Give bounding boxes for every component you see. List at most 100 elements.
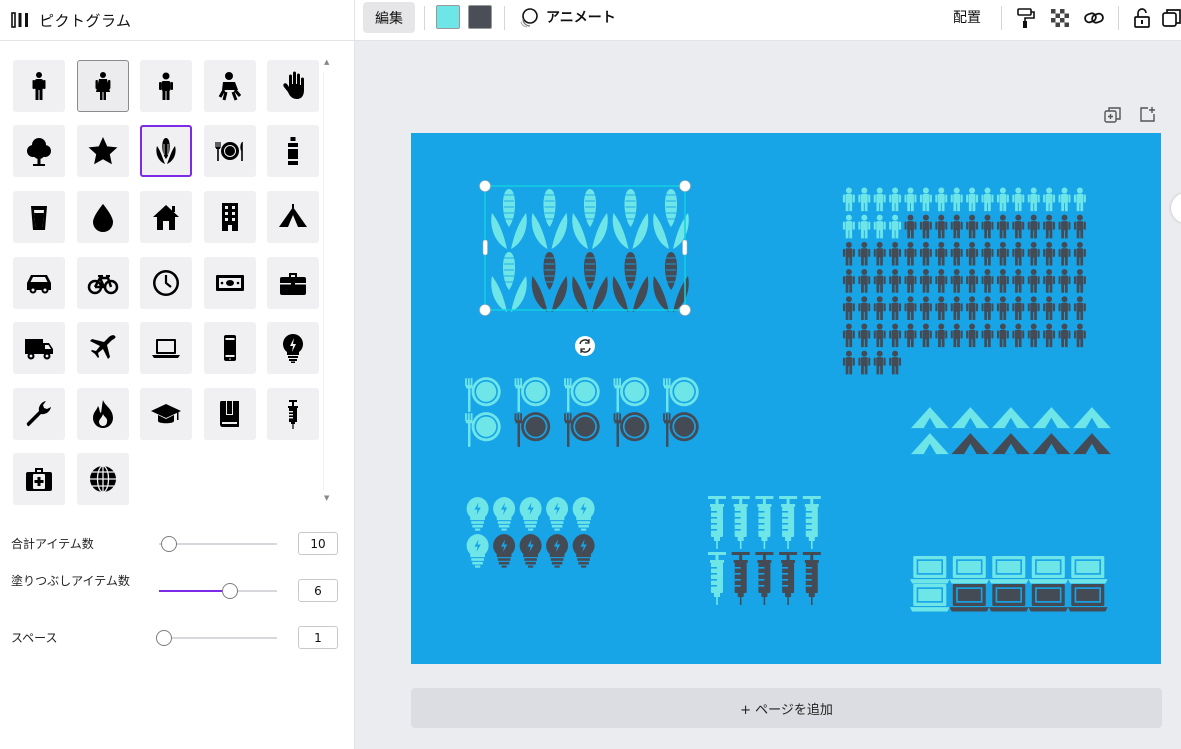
color-swatch-dark[interactable]	[468, 5, 492, 29]
people-item	[950, 323, 963, 348]
pictogram-tile-wrench[interactable]	[13, 388, 65, 440]
pictogram-tile-building[interactable]	[204, 191, 256, 243]
slider-handle[interactable]	[156, 630, 172, 646]
people-item	[919, 269, 932, 293]
pictogram-tile-syringe[interactable]	[267, 388, 319, 440]
people-item	[950, 214, 963, 239]
plate-graphic[interactable]	[465, 377, 699, 447]
lightbulb-graphic-item	[519, 534, 542, 568]
animate-button[interactable]: アニメート	[518, 4, 616, 30]
design-page[interactable]	[411, 133, 1161, 664]
pictogram-tile-globe[interactable]	[77, 453, 129, 505]
people-item	[842, 350, 855, 375]
syringe-graphic[interactable]	[708, 496, 821, 605]
panel-scrollbar[interactable]: ▲ ▼	[321, 56, 336, 508]
pictogram-tile-child[interactable]	[140, 60, 192, 112]
people-graphic[interactable]	[842, 187, 1086, 375]
pictogram-tile-corn[interactable]	[140, 125, 192, 177]
corn-graphic-item	[491, 252, 527, 312]
pictogram-tile-tree[interactable]	[13, 125, 65, 177]
slider-track[interactable]	[159, 637, 277, 639]
people-item	[919, 323, 932, 348]
pictogram-tile-bottle[interactable]	[267, 125, 319, 177]
pictogram-tile-truck[interactable]	[13, 322, 65, 374]
pictogram-tile-clock[interactable]	[140, 257, 192, 309]
pictogram-tile-tent[interactable]	[267, 191, 319, 243]
people-item	[889, 296, 902, 320]
scroll-down-icon[interactable]: ▼	[324, 494, 329, 502]
pictogram-tile-lightbulb[interactable]	[267, 322, 319, 374]
filled-items-input[interactable]: 6	[298, 579, 338, 602]
pictogram-tile-book[interactable]	[204, 388, 256, 440]
right-panel-handle[interactable]	[1171, 193, 1181, 223]
car-icon	[27, 275, 51, 294]
lightbulb-graphic[interactable]	[466, 497, 595, 568]
corn-graphic[interactable]	[491, 189, 689, 312]
pictogram-tile-woman[interactable]	[77, 60, 129, 112]
corn-graphic-item	[531, 252, 568, 312]
pictogram-tile-banknote[interactable]	[204, 257, 256, 309]
scroll-up-icon[interactable]: ▲	[324, 58, 329, 66]
building-icon	[222, 203, 238, 231]
pictogram-tile-plate-cutlery[interactable]	[204, 125, 256, 177]
pictogram-tile-star[interactable]	[77, 125, 129, 177]
pictogram-panel: ピクトグラム ▲ ▼ 合計アイテム数 10 塗りつぶしアイテム数 6 スペース	[0, 0, 355, 749]
lightbulb-graphic-item	[466, 497, 489, 531]
duplicate-icon[interactable]	[1159, 5, 1181, 31]
link-icon[interactable]	[1081, 5, 1107, 31]
pictogram-tile-baby[interactable]	[204, 60, 256, 112]
corn-graphic-item	[612, 189, 649, 249]
edit-button[interactable]: 編集	[363, 2, 415, 33]
tent-graphic-item	[1073, 407, 1111, 429]
pictogram-tile-briefcase[interactable]	[267, 257, 319, 309]
animate-label: アニメート	[546, 10, 616, 26]
color-swatch-light[interactable]	[436, 5, 460, 29]
corn-icon	[156, 138, 176, 164]
pictogram-tile-smartphone[interactable]	[204, 322, 256, 374]
arrange-button[interactable]: 配置	[945, 4, 989, 30]
spacing-input[interactable]: 1	[298, 626, 338, 649]
transparency-icon[interactable]	[1047, 5, 1073, 31]
people-item	[842, 296, 855, 320]
pictogram-tile-house[interactable]	[140, 191, 192, 243]
syringe-graphic-item	[802, 552, 821, 605]
people-item	[1073, 323, 1086, 348]
slider-track[interactable]	[159, 590, 277, 592]
pictogram-tile-airplane[interactable]	[77, 322, 129, 374]
lock-icon[interactable]	[1129, 5, 1155, 31]
corn-graphic-item	[572, 252, 608, 312]
pictogram-tile-water-drop[interactable]	[77, 191, 129, 243]
slider-handle[interactable]	[222, 583, 238, 599]
paint-roller-icon[interactable]	[1013, 5, 1039, 31]
add-page-icon[interactable]	[1137, 104, 1157, 124]
add-page-button[interactable]: + ページを追加	[411, 688, 1162, 728]
tent-graphic-item	[1073, 433, 1111, 455]
pictogram-tile-glass[interactable]	[13, 191, 65, 243]
pictogram-tile-flame[interactable]	[77, 388, 129, 440]
people-item	[842, 269, 855, 293]
people-item	[842, 187, 855, 212]
people-item	[842, 214, 855, 239]
people-item	[919, 296, 932, 320]
pictogram-tile-medical-kit[interactable]	[13, 453, 65, 505]
pictogram-artwork[interactable]	[411, 133, 1161, 664]
toolbar-divider	[504, 6, 505, 30]
pictogram-tile-hand[interactable]	[267, 60, 319, 112]
total-items-input[interactable]: 10	[298, 532, 338, 555]
pictogram-tile-laptop[interactable]	[140, 322, 192, 374]
syringe-graphic-item	[802, 496, 821, 549]
laptop-graphic[interactable]	[910, 556, 1108, 612]
people-item	[858, 350, 871, 375]
people-item	[1043, 269, 1056, 293]
people-item	[858, 241, 871, 266]
pictogram-tile-person[interactable]	[13, 60, 65, 112]
tent-graphic[interactable]	[911, 407, 1111, 455]
pictogram-tile-graduation-cap[interactable]	[140, 388, 192, 440]
duplicate-page-icon[interactable]	[1102, 105, 1122, 125]
pictogram-tile-bicycle[interactable]	[77, 257, 129, 309]
pictogram-tile-car[interactable]	[13, 257, 65, 309]
rotate-handle-icon[interactable]	[575, 336, 595, 356]
scrollbar-thumb[interactable]	[323, 72, 333, 490]
slider-handle[interactable]	[161, 536, 177, 552]
laptop-graphic-item	[949, 556, 990, 584]
